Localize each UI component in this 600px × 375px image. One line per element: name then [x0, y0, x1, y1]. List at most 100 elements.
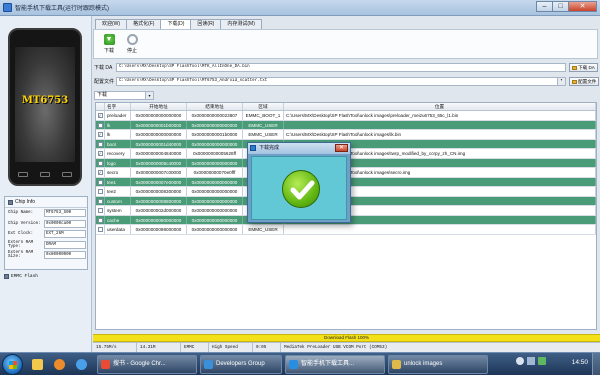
mode-select[interactable]: 下载 ▾ — [94, 91, 154, 100]
pinned-explorer[interactable] — [27, 356, 49, 373]
checkbox[interactable] — [97, 160, 103, 166]
chevron-down-icon: ▾ — [145, 92, 153, 99]
begin-address: 0x0000000000000000 — [131, 130, 187, 139]
task-label: 搜书 - Google Chr... — [113, 361, 166, 367]
col-begin[interactable]: 开始地址 — [131, 103, 187, 110]
checkbox[interactable]: ✓ — [97, 151, 103, 157]
emmc-text: EMMC Flash — [11, 274, 39, 279]
checkbox[interactable] — [97, 217, 103, 223]
status-size: 14.31M — [137, 343, 181, 352]
task-unlock-images[interactable]: unlock images — [388, 355, 488, 374]
checkbox[interactable]: ✓ — [97, 170, 103, 176]
checkbox[interactable]: ✓ — [97, 132, 103, 138]
emmc-flash-label: EMMC Flash — [4, 274, 38, 279]
partition-name: lk — [105, 120, 131, 129]
end-address: 0x0000000000000000 — [187, 206, 243, 215]
col-end[interactable]: 结束地址 — [187, 103, 243, 110]
start-button[interactable] — [2, 354, 23, 375]
flash-icon — [4, 274, 9, 279]
task-label: Developers Group — [216, 361, 265, 367]
network-icon[interactable] — [516, 357, 524, 365]
scatter-dropdown-icon[interactable]: ▾ — [557, 78, 565, 85]
file-location: C:\Users\MX\Desktop\SP FlashTool\unlock … — [284, 130, 596, 139]
row-checkbox: ✓ — [96, 111, 105, 120]
chip-key: Extern RAM Type: — [8, 240, 34, 249]
task-chrome[interactable]: 搜书 - Google Chr... — [97, 355, 197, 374]
scatter-path-text: C:\Users\MX\Desktop\SP FlashTool\MT6753_… — [119, 79, 268, 83]
partition-name: system — [105, 206, 131, 215]
chip-info-panel: Chip Info Chip Name: MT6753_S00 Chip Vers… — [4, 196, 88, 270]
pinned-browser[interactable] — [71, 356, 93, 373]
browser-icon — [76, 359, 87, 370]
download-agent-path[interactable]: C:\Users\MX\Desktop\SP FlashTool\MTK_All… — [116, 63, 566, 72]
download-agent-row: 下载 DA C:\Users\MX\Desktop\SP FlashTool\M… — [94, 63, 566, 72]
end-address: 0x0000000000023807 — [187, 111, 243, 120]
scatter-button[interactable]: 配置文件 — [569, 77, 600, 86]
checkbox[interactable]: ✓ — [97, 113, 103, 119]
tray-app-icon[interactable] — [538, 357, 546, 365]
maximize-button[interactable]: □ — [552, 1, 569, 12]
task-label: 智能手机下载工具... — [301, 361, 355, 367]
tab-welcome[interactable]: 欢迎(W) — [95, 19, 128, 29]
checkbox[interactable] — [97, 122, 103, 128]
window-title: 智能手机下载工具(运行时跟踪模式) — [15, 6, 109, 12]
checkbox[interactable] — [97, 208, 103, 214]
col-region[interactable]: 区域 — [243, 103, 284, 110]
checkbox[interactable] — [97, 179, 103, 185]
begin-address: 0x000000002d000000 — [131, 206, 187, 215]
begin-address: 0x0000000090000000 — [131, 215, 187, 224]
volume-icon[interactable] — [527, 357, 535, 365]
phone-keys — [18, 172, 72, 177]
stop-label: 停止 — [126, 48, 137, 54]
row-checkbox — [96, 120, 105, 129]
col-location[interactable]: 位置 — [284, 103, 596, 110]
chip-info-row: Ext Clock: EXT_26M — [5, 229, 87, 240]
show-desktop-button[interactable] — [592, 353, 600, 375]
table-row[interactable]: ✓ lk 0x0000000000000000 0x00000000001b0000 E… — [96, 130, 596, 140]
download-agent-button[interactable]: 下载 DA — [569, 63, 598, 72]
table-row[interactable]: lk 0x0000000001b00000 0x0000000000000000 EM… — [96, 120, 596, 130]
chip-value: 0x80000000 — [44, 251, 86, 260]
table-row[interactable]: ✓ preloader 0x0000000000000000 0x0000000000… — [96, 111, 596, 121]
download-label: 下载 — [103, 48, 114, 54]
row-checkbox — [96, 187, 105, 196]
checkbox[interactable] — [97, 141, 103, 147]
checkbox[interactable] — [97, 198, 103, 204]
minimize-button[interactable]: – — [536, 1, 553, 12]
task-developers-group[interactable]: Developers Group — [200, 355, 282, 374]
partition-name: secro — [105, 168, 131, 177]
col-name[interactable]: 名字 — [105, 103, 131, 110]
checkbox[interactable] — [97, 227, 103, 233]
scatter-path[interactable]: C:\Users\MX\Desktop\SP FlashTool\MT6753_… — [116, 77, 566, 86]
clock[interactable]: 14:50 — [572, 359, 588, 366]
file-location: C:\Users\MX\Desktop\SP FlashTool\unlock … — [284, 111, 596, 120]
close-button[interactable]: ✕ — [568, 1, 597, 12]
download-button[interactable]: 下载 — [98, 34, 120, 54]
pinned-media[interactable] — [49, 356, 71, 373]
checkbox[interactable] — [97, 189, 103, 195]
row-checkbox: ✓ — [96, 149, 105, 158]
phone-image: MT6753 — [8, 28, 82, 186]
end-address: 0x0000000000000000 — [187, 139, 243, 148]
chip-value: MT6753_S00 — [44, 209, 86, 218]
chip-info-header: Chip Info — [5, 197, 87, 208]
end-address: 0x00000000070e0fff — [187, 168, 243, 177]
region: EMMC_BOOT_1 — [243, 111, 284, 120]
folder-icon — [572, 65, 577, 70]
tab-readback[interactable]: 回读(R) — [190, 19, 222, 29]
download-complete-dialog: 下载完成 ✕ — [247, 142, 351, 223]
chip-key: Chip Version: — [8, 221, 41, 226]
partition-name: boot — [105, 139, 131, 148]
table-row[interactable]: userdata 0x0000000098000000 0x000000000000… — [96, 225, 596, 235]
tab-memory-test[interactable]: 内存测试(M) — [220, 19, 262, 29]
mode-select-value: 下载 — [97, 92, 108, 98]
partition-name: userdata — [105, 225, 131, 234]
task-flash-tool[interactable]: 智能手机下载工具... — [285, 355, 385, 374]
stop-button[interactable]: 停止 — [121, 34, 143, 54]
begin-address: 0x0000000004840000 — [131, 149, 187, 158]
system-tray: 14:50 — [512, 353, 600, 375]
dialog-close-button[interactable]: ✕ — [335, 144, 348, 152]
tab-format[interactable]: 格式化(F) — [126, 19, 162, 29]
partition-name: preloader — [105, 111, 131, 120]
tab-download[interactable]: 下载(D) — [160, 19, 192, 29]
